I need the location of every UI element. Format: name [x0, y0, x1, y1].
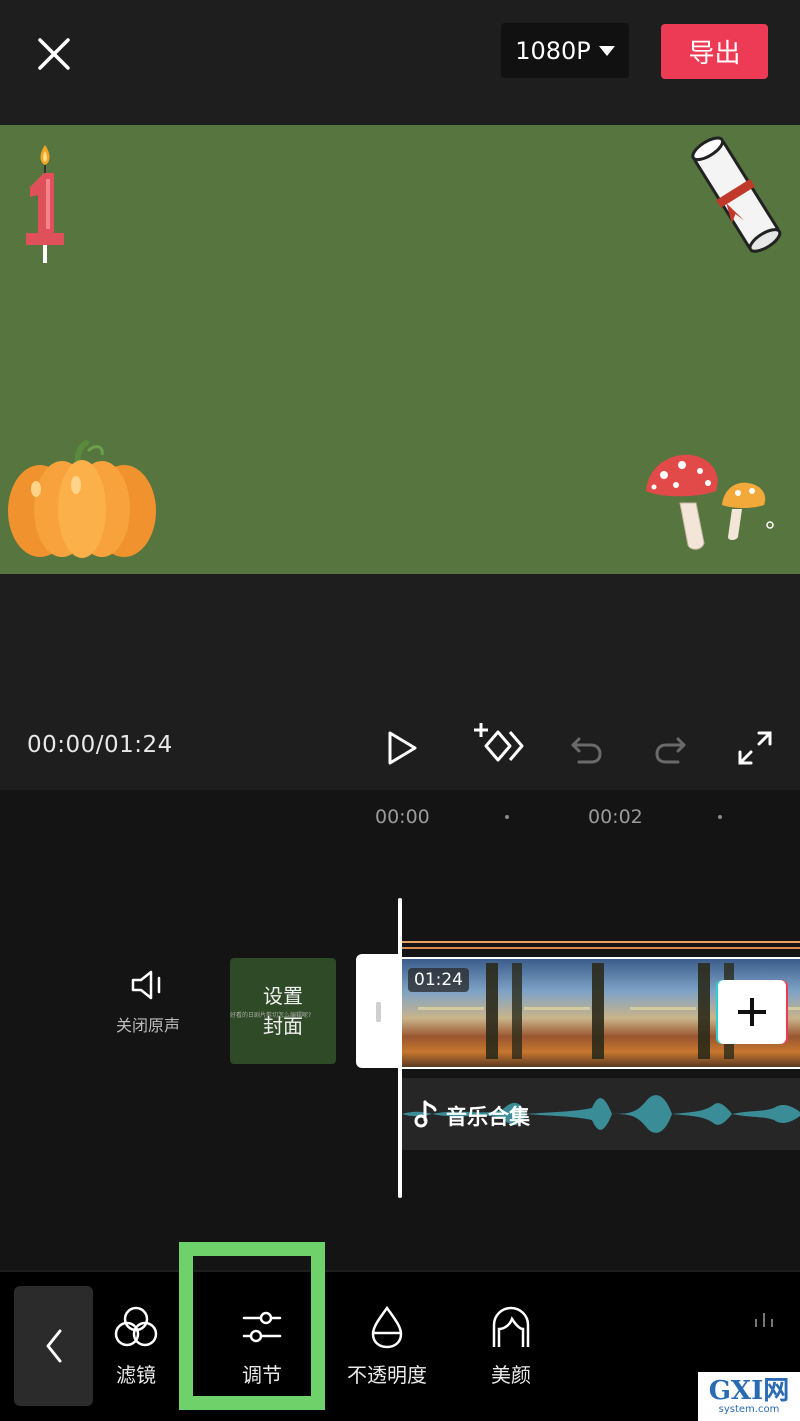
watermark-subtext: system.com: [718, 1404, 780, 1415]
redo-icon: [655, 737, 686, 764]
resolution-dropdown[interactable]: 1080P: [501, 23, 629, 78]
redo-button[interactable]: [645, 722, 697, 774]
playhead[interactable]: [398, 898, 402, 1198]
time-display: 00:00/01:24: [27, 732, 173, 758]
filter-icon: [114, 1306, 158, 1347]
clip-thumbnail: [614, 959, 721, 1067]
toolbar-item-beauty[interactable]: 美颜: [478, 1305, 544, 1395]
clip-thumbnail: [508, 959, 615, 1067]
track-marker-line: [402, 947, 800, 949]
ruler-dot: [505, 815, 509, 819]
fullscreen-button[interactable]: [729, 722, 781, 774]
video-preview[interactable]: [0, 125, 800, 574]
toolbar-item-label: 滤镜: [116, 1363, 156, 1387]
add-clip-button[interactable]: [718, 980, 786, 1044]
caret-down-icon: [598, 45, 615, 56]
toolbar-item-label: 不透明度: [347, 1363, 427, 1387]
toolbar-item-opacity[interactable]: 不透明度: [337, 1305, 437, 1395]
highlight-box: [179, 1242, 325, 1410]
fullscreen-icon: [738, 731, 772, 765]
set-cover-button[interactable]: 好看的日剧片剪切怎么编辑呢? 设置 封面: [230, 958, 336, 1064]
speaker-mute-icon: [131, 970, 161, 1000]
export-label: 导出: [688, 39, 741, 69]
chevron-left-icon: [46, 1329, 61, 1363]
ruler-dot: [718, 815, 722, 819]
mute-original-audio-button[interactable]: 关闭原声: [100, 968, 196, 1048]
keyframe-button[interactable]: [470, 718, 526, 770]
candle-number-1-sticker: [26, 145, 64, 263]
watermark-text: GXI网: [708, 1376, 790, 1406]
play-button[interactable]: [376, 722, 428, 774]
pumpkin-sticker: [8, 440, 156, 558]
play-icon: [388, 731, 417, 765]
back-button[interactable]: [14, 1286, 93, 1406]
export-button[interactable]: 导出: [661, 24, 768, 79]
clip-duration: 01:24: [408, 968, 469, 992]
close-icon: [38, 38, 70, 70]
music-note-icon: [414, 1100, 437, 1128]
beauty-face-icon: [492, 1306, 530, 1347]
mute-label: 关闭原声: [115, 1016, 180, 1035]
track-marker-line: [402, 941, 800, 943]
keyframe-icon: [474, 723, 524, 762]
toolbar-item-label: 美颜: [491, 1363, 531, 1387]
close-button[interactable]: [28, 28, 80, 80]
site-watermark: GXI网 system.com: [698, 1372, 800, 1421]
undo-button[interactable]: [560, 722, 612, 774]
audio-track-label: 音乐合集: [446, 1105, 530, 1129]
plus-icon: [738, 998, 766, 1026]
toolbar-item-filter[interactable]: 滤镜: [103, 1305, 169, 1395]
scroll-sticker: [691, 136, 782, 253]
more-indicator: [752, 1312, 776, 1327]
undo-icon: [571, 737, 602, 764]
cover-label-line2: 封面: [263, 1014, 303, 1038]
ruler-label-1: 00:02: [588, 806, 643, 828]
opacity-drop-icon: [371, 1305, 403, 1349]
grip-icon: [376, 1002, 381, 1022]
clip-trim-handle[interactable]: [356, 954, 402, 1068]
resolution-label: 1080P: [515, 36, 591, 65]
cover-label-line1: 设置: [263, 984, 303, 1008]
ruler-label-0: 00:00: [375, 806, 430, 828]
mushroom-sticker: [646, 454, 774, 550]
